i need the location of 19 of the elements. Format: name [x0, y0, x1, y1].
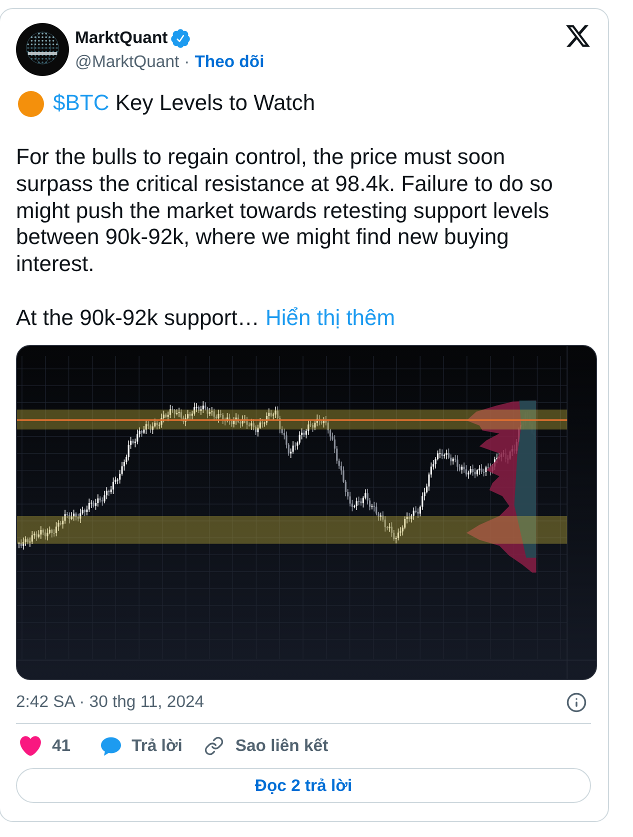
truncated-text: At the 90k-92k support… Hiển thị thêm — [16, 304, 396, 332]
author-name[interactable]: MarktQuant — [75, 27, 168, 49]
like-button[interactable]: 41 — [20, 735, 71, 758]
separator-dot: · — [184, 51, 190, 73]
follow-link[interactable]: Theo dõi — [194, 51, 264, 73]
post-text: For the bulls to regain control, the price must soon surpass the critical resistance at 98.4k. Failure to do so might push the market towards retesting support levels between 90k-92k, where we might find new buying interest. — [16, 144, 554, 278]
reply-button[interactable]: Trả lời — [100, 735, 182, 758]
heart-icon — [20, 736, 41, 756]
speech-bubble-icon — [100, 736, 121, 756]
info-icon[interactable] — [566, 692, 587, 713]
post-title: $BTC Key Levels to Watch — [53, 90, 316, 117]
avatar[interactable] — [16, 23, 69, 76]
link-icon — [204, 736, 224, 756]
timestamp[interactable]: 2:42 SA · 30 thg 11, 2024 — [16, 691, 204, 714]
copy-link-button[interactable]: Sao liên kết — [204, 735, 328, 758]
circle-emoji-icon — [18, 90, 44, 116]
x-logo-icon[interactable] — [566, 25, 590, 47]
author-handle[interactable]: @MarktQuant — [75, 51, 180, 73]
read-replies-button[interactable]: Đọc 2 trả lời — [16, 768, 591, 804]
